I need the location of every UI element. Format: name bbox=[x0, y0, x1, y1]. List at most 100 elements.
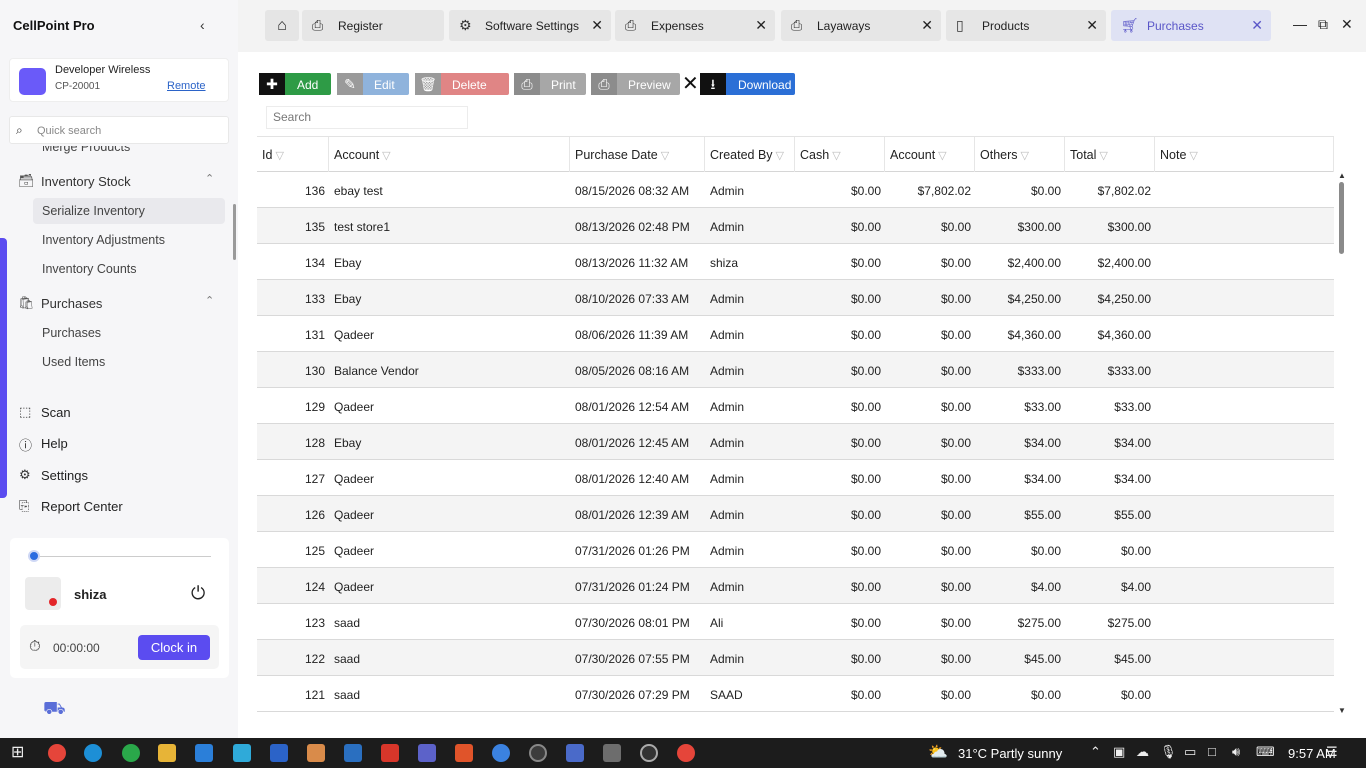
sidebar-item-scan[interactable]: ⬚ Scan bbox=[0, 401, 232, 425]
filter-icon[interactable]: ▽ bbox=[1021, 150, 1029, 162]
print-button[interactable]: ⎙ Print bbox=[514, 73, 586, 95]
table-scrollbar[interactable]: ▲ ▼ bbox=[1338, 171, 1346, 721]
close-icon[interactable]: ✕ bbox=[1086, 17, 1098, 34]
app-icon[interactable] bbox=[492, 744, 510, 762]
tab-expenses[interactable]: ⎙ Expenses ✕ bbox=[615, 10, 775, 41]
col-header-created-by[interactable]: Created By ▽ bbox=[705, 137, 795, 172]
close-icon[interactable]: ✕ bbox=[1251, 17, 1263, 34]
status-slider-track[interactable] bbox=[28, 556, 211, 557]
close-icon[interactable]: ✕ bbox=[591, 17, 603, 34]
battery-icon[interactable]: ▭ bbox=[1184, 744, 1196, 760]
status-slider-handle[interactable] bbox=[28, 550, 40, 562]
table-row[interactable]: 125 Qadeer 07/31/2026 01:26 PM Admin $0.00 $0… bbox=[257, 532, 1334, 568]
sidebar-item-inventory-adjustments[interactable]: Inventory Adjustments bbox=[33, 227, 225, 253]
cloud-icon[interactable]: ☁ bbox=[1136, 744, 1149, 760]
app-icon[interactable] bbox=[307, 744, 325, 762]
scroll-up-icon[interactable]: ▲ bbox=[1338, 171, 1346, 180]
scrollbar-thumb[interactable] bbox=[1339, 182, 1344, 254]
weather-text[interactable]: 31°C Partly sunny bbox=[958, 746, 1062, 761]
window-close-icon[interactable]: ✕ bbox=[1341, 16, 1353, 33]
app-icon[interactable] bbox=[529, 744, 547, 762]
sidebar-item-report-center[interactable]: ⎘ Report Center bbox=[0, 495, 232, 519]
power-icon[interactable]: ⏻ bbox=[191, 583, 205, 604]
sidebar-item-inventory-counts[interactable]: Inventory Counts bbox=[33, 256, 225, 282]
sidebar-scrollbar[interactable] bbox=[233, 204, 236, 260]
microphone-icon[interactable]: 🎙︎ bbox=[1160, 744, 1177, 760]
filter-icon[interactable]: ▽ bbox=[776, 150, 784, 162]
filter-icon[interactable]: ▽ bbox=[1189, 150, 1197, 162]
filter-icon[interactable]: ▽ bbox=[382, 150, 390, 162]
clock-in-button[interactable]: Clock in bbox=[138, 635, 210, 660]
scroll-down-icon[interactable]: ▼ bbox=[1338, 706, 1346, 715]
col-header-account-amount[interactable]: Account ▽ bbox=[885, 137, 975, 172]
close-icon[interactable]: ✕ bbox=[921, 17, 933, 34]
sidebar-item-inventory-stock[interactable]: 🗃︎ Inventory Stock ⌃ bbox=[0, 167, 232, 195]
table-row[interactable]: 122 saad 07/30/2026 07:55 PM Admin $0.00 $0.0… bbox=[257, 640, 1334, 676]
table-row[interactable]: 126 Qadeer 08/01/2026 12:39 AM Admin $0.00 $0… bbox=[257, 496, 1334, 532]
home-icon[interactable]: ⌂ bbox=[265, 10, 299, 41]
table-row[interactable]: 135 test store1 08/13/2026 02:48 PM Admin $0… bbox=[257, 208, 1334, 244]
store-icon[interactable] bbox=[195, 744, 213, 762]
tab-products[interactable]: ▯ Products ✕ bbox=[946, 10, 1106, 41]
sidebar-item-purchases-group[interactable]: 🛍︎ Purchases ⌃ bbox=[0, 289, 232, 317]
chrome-icon[interactable] bbox=[48, 744, 66, 762]
app-icon[interactable] bbox=[566, 744, 584, 762]
close-icon[interactable]: ✕ bbox=[681, 73, 699, 95]
weather-icon[interactable]: ⛅ bbox=[928, 742, 948, 762]
app-icon[interactable] bbox=[381, 744, 399, 762]
app-icon[interactable] bbox=[640, 744, 658, 762]
table-row[interactable]: 134 Ebay 08/13/2026 11:32 AM shiza $0.00 $0.0… bbox=[257, 244, 1334, 280]
col-header-purchase-date[interactable]: Purchase Date ▽ bbox=[570, 137, 705, 172]
col-header-cash[interactable]: Cash ▽ bbox=[795, 137, 885, 172]
teams-icon[interactable] bbox=[418, 744, 436, 762]
collapse-sidebar-icon[interactable]: ‹ bbox=[200, 17, 214, 33]
delete-button[interactable]: 🗑︎ Delete bbox=[415, 73, 509, 95]
table-row[interactable]: 124 Qadeer 07/31/2026 01:24 PM Admin $0.00 $0… bbox=[257, 568, 1334, 604]
sidebar-item-settings[interactable]: ⚙ Settings bbox=[0, 464, 232, 488]
chevron-up-icon[interactable]: ⌃ bbox=[1090, 744, 1101, 760]
tab-register[interactable]: ⎙ Register bbox=[302, 10, 444, 41]
remote-link[interactable]: Remote bbox=[167, 80, 206, 92]
col-header-account[interactable]: Account ▽ bbox=[329, 137, 570, 172]
restore-icon[interactable]: ⧉ bbox=[1318, 16, 1328, 33]
app-icon[interactable] bbox=[233, 744, 251, 762]
remote-app-icon[interactable] bbox=[270, 744, 288, 762]
truck-icon[interactable]: ⛟ bbox=[43, 698, 66, 722]
sidebar-item-serialize-inventory[interactable]: Serialize Inventory bbox=[33, 198, 225, 224]
store-card[interactable]: Developer Wireless CP-20001 Remote bbox=[9, 58, 229, 102]
add-button[interactable]: ✚ Add bbox=[259, 73, 331, 95]
sidebar-item-purchases[interactable]: Purchases bbox=[33, 320, 225, 346]
filter-icon[interactable]: ▽ bbox=[275, 150, 283, 162]
volume-icon[interactable]: 🔊︎ bbox=[1232, 744, 1240, 760]
close-icon[interactable]: ✕ bbox=[755, 17, 767, 34]
col-header-id[interactable]: Id ▽ bbox=[257, 137, 329, 172]
table-row[interactable]: 131 Qadeer 08/06/2026 11:39 AM Admin $0.00 $0… bbox=[257, 316, 1334, 352]
calculator-icon[interactable] bbox=[603, 744, 621, 762]
preview-button[interactable]: ⎙ Preview bbox=[591, 73, 680, 95]
sidebar-item-merge-products[interactable]: Merge Products bbox=[33, 146, 225, 160]
tab-software-settings[interactable]: ⚙ Software Settings ✕ bbox=[449, 10, 611, 41]
download-button[interactable]: ⭳ Download bbox=[700, 73, 795, 95]
filter-icon[interactable]: ▽ bbox=[1099, 150, 1107, 162]
table-row[interactable]: 121 saad 07/30/2026 07:29 PM SAAD $0.00 $0.00… bbox=[257, 676, 1334, 712]
col-header-total[interactable]: Total ▽ bbox=[1065, 137, 1155, 172]
col-header-note[interactable]: Note ▽ bbox=[1155, 137, 1334, 172]
table-row[interactable]: 133 Ebay 08/10/2026 07:33 AM Admin $0.00 $0.0… bbox=[257, 280, 1334, 316]
filter-icon[interactable]: ▽ bbox=[661, 150, 669, 162]
whatsapp-icon[interactable] bbox=[122, 744, 140, 762]
chevron-up-icon[interactable]: ⌃ bbox=[205, 172, 214, 185]
chevron-up-icon[interactable]: ⌃ bbox=[205, 294, 214, 307]
filter-icon[interactable]: ▽ bbox=[832, 150, 840, 162]
table-row[interactable]: 128 Ebay 08/01/2026 12:45 AM Admin $0.00 $0.0… bbox=[257, 424, 1334, 460]
quick-search-input[interactable]: ⌕ Quick search bbox=[9, 116, 229, 144]
col-header-others[interactable]: Others ▽ bbox=[975, 137, 1065, 172]
table-row[interactable]: 130 Balance Vendor 08/05/2026 08:16 AM Admi… bbox=[257, 352, 1334, 388]
file-explorer-icon[interactable] bbox=[158, 744, 176, 762]
language-icon[interactable]: ⌨ bbox=[1256, 744, 1275, 760]
filter-icon[interactable]: ▽ bbox=[938, 150, 946, 162]
search-input[interactable]: Search bbox=[266, 106, 468, 129]
edge-icon[interactable] bbox=[84, 744, 102, 762]
tab-layaways[interactable]: ⎙ Layaways ✕ bbox=[781, 10, 941, 41]
meet-icon[interactable]: ▣ bbox=[1113, 744, 1125, 760]
news-icon[interactable] bbox=[344, 744, 362, 762]
